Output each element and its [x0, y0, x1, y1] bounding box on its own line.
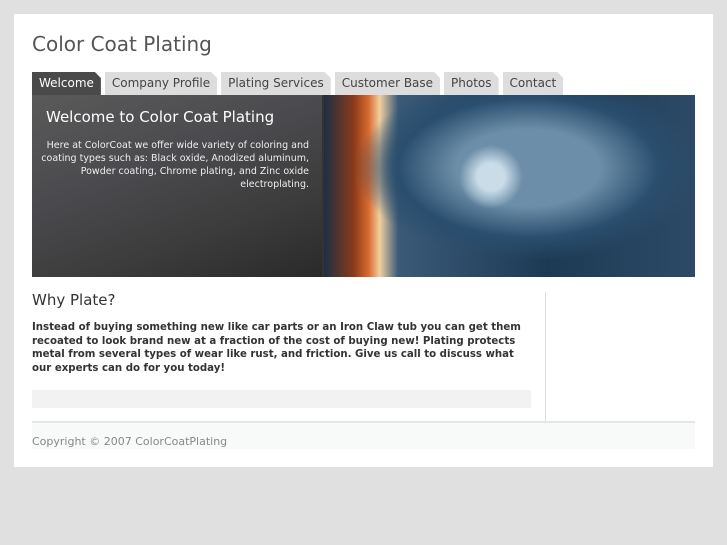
banner-heading: Welcome to Color Coat Plating	[46, 108, 275, 126]
tab-plating-services[interactable]: Plating Services	[221, 72, 331, 95]
sidebar-divider	[545, 292, 546, 421]
banner: Welcome to Color Coat Plating Here at Co…	[32, 95, 695, 277]
content-heading: Why Plate?	[32, 291, 116, 309]
tab-photos[interactable]: Photos	[444, 72, 498, 95]
content-bar	[32, 390, 531, 408]
copyright-text: Copyright © 2007 ColorCoatPlating	[32, 435, 228, 448]
tab-customer-base[interactable]: Customer Base	[335, 72, 440, 95]
tab-welcome[interactable]: Welcome	[32, 72, 101, 95]
footer: Copyright © 2007 ColorCoatPlating	[32, 421, 695, 449]
nav-tabs: Welcome Company Profile Plating Services…	[32, 72, 563, 95]
site-title: Color Coat Plating	[32, 32, 212, 56]
tab-company-profile[interactable]: Company Profile	[105, 72, 217, 95]
banner-text: Here at ColorCoat we offer wide variety …	[41, 140, 309, 190]
banner-image	[324, 95, 695, 277]
tab-contact[interactable]: Contact	[503, 72, 564, 95]
page-container: Color Coat Plating Welcome Company Profi…	[14, 14, 713, 467]
content-paragraph: Instead of buying something new like car…	[32, 322, 521, 374]
banner-text-panel: Welcome to Color Coat Plating Here at Co…	[32, 95, 322, 277]
